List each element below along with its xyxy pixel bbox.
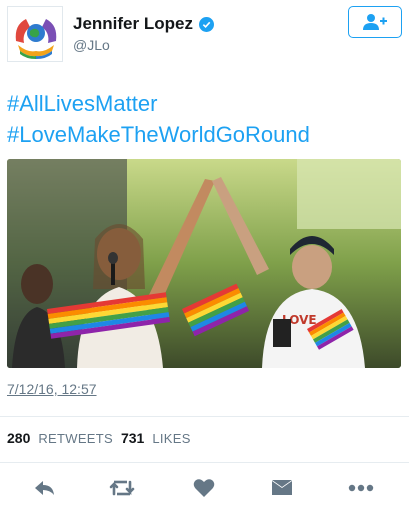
tweet-text: #AllLivesMatter #LoveMakeTheWorldGoRound	[7, 88, 403, 150]
more-options-button[interactable]	[347, 476, 375, 500]
tweet-photo[interactable]: LOVE	[7, 159, 401, 368]
author-name-text[interactable]: Jennifer Lopez	[73, 14, 193, 34]
tweet-action-bar	[0, 470, 409, 506]
hashtag-link[interactable]: #LoveMakeTheWorldGoRound	[7, 119, 403, 150]
tweet-stats: 280 RETWEETS 731 LIKES	[7, 430, 191, 446]
reply-button[interactable]	[31, 476, 59, 500]
like-button[interactable]	[190, 476, 218, 500]
add-user-icon	[363, 14, 387, 30]
hashtag-link[interactable]: #AllLivesMatter	[7, 88, 403, 119]
tweet-timestamp[interactable]: 7/12/16, 12:57	[7, 381, 97, 397]
verified-badge-icon	[198, 16, 214, 32]
retweet-icon	[109, 480, 135, 496]
follow-button[interactable]	[348, 6, 402, 38]
avatar[interactable]	[7, 6, 63, 62]
like-count[interactable]: 731	[121, 430, 144, 446]
avatar-logo-icon	[8, 7, 62, 61]
direct-message-button[interactable]	[268, 476, 296, 500]
concert-photo-image: LOVE	[7, 159, 401, 368]
like-label[interactable]: LIKES	[152, 431, 190, 446]
author-name[interactable]: Jennifer Lopez	[73, 14, 214, 34]
divider	[0, 462, 409, 463]
envelope-icon	[272, 480, 292, 495]
more-dots-icon	[348, 484, 374, 492]
retweet-label[interactable]: RETWEETS	[38, 431, 113, 446]
heart-icon	[193, 479, 215, 497]
reply-icon	[35, 481, 54, 495]
divider	[0, 416, 409, 417]
retweet-count[interactable]: 280	[7, 430, 30, 446]
author-handle[interactable]: @JLo	[73, 37, 110, 53]
retweet-button[interactable]	[108, 476, 136, 500]
